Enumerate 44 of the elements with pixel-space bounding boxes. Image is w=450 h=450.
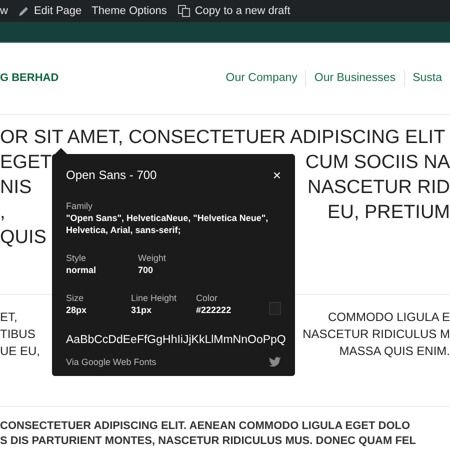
text-line: S DIS PARTURIENT MONTES, NASCETUR RIDICULUS MUS. DONEC QUAM FEL xyxy=(0,434,416,449)
pencil-icon xyxy=(18,5,30,17)
text-line: EU, PRETIUM xyxy=(328,201,450,225)
popup-title: Open Sans - 700 xyxy=(66,167,157,184)
text-line: TIBUS xyxy=(0,326,36,343)
text-line: NASCETUR RIDICULUS M xyxy=(302,326,450,343)
site-logo[interactable]: G BERHAD xyxy=(0,70,59,87)
text-line: CONSECTETUER ADIPISCING ELIT. AENEAN COMMODO LIGULA EGET DOLO xyxy=(0,419,410,434)
copy-icon xyxy=(176,4,191,18)
field-value: #222222 xyxy=(196,304,232,316)
text-line: UE EU, xyxy=(0,343,40,360)
nav-link[interactable]: Our Businesses xyxy=(305,70,404,88)
text-line: NIS xyxy=(0,176,32,200)
text-line: ET, xyxy=(0,309,18,326)
field-label: Style xyxy=(66,252,88,264)
font-sample: AaBbCcDdEeFfGgHhIiJjKkLlMmNnOoPpQ xyxy=(66,333,286,348)
toolbar-link[interactable]: Theme Options xyxy=(92,4,167,18)
nav-link[interactable]: Our Company xyxy=(218,70,306,88)
toolbar-link[interactable]: Edit Page xyxy=(34,4,82,18)
nav-link[interactable]: Susta xyxy=(404,70,450,88)
close-button[interactable]: × xyxy=(272,168,281,182)
field-value: 28px xyxy=(66,304,88,316)
text-line: EGET xyxy=(0,151,52,175)
field-label: Line Height xyxy=(131,292,178,304)
field-label: Family xyxy=(66,200,94,212)
bird-icon[interactable] xyxy=(269,357,281,367)
text-line: QUIS xyxy=(0,226,46,250)
credit-text: Via Google Web Fonts xyxy=(66,356,156,368)
text-line: NASCETUR RID xyxy=(307,176,450,200)
field-value: 700 xyxy=(138,264,154,276)
toolbar-link[interactable]: w xyxy=(0,4,8,18)
field-value: normal xyxy=(66,264,98,276)
field-value: 31px xyxy=(131,304,153,316)
source-link[interactable]: Google Web Fonts xyxy=(81,357,156,367)
field-label: Size xyxy=(66,292,85,304)
text-line: MASSA QUIS ENIM. xyxy=(339,343,450,360)
text-line: COMMODO LIGULA E xyxy=(328,309,450,326)
field-label: Weight xyxy=(138,252,167,264)
text-line: OR SIT AMET, CONSECTETUER ADIPISCING ELIT xyxy=(0,126,446,150)
field-value: "Open Sans", HelveticaNeue, "Helvetica Neue", Helvetica, Arial, sans-serif; xyxy=(66,212,270,236)
text-line: , xyxy=(0,201,6,225)
toolbar-link[interactable]: Copy to a new draft xyxy=(194,4,290,18)
field-label: Color xyxy=(196,292,219,304)
text-line: CUM SOCIIS NA xyxy=(305,151,450,175)
